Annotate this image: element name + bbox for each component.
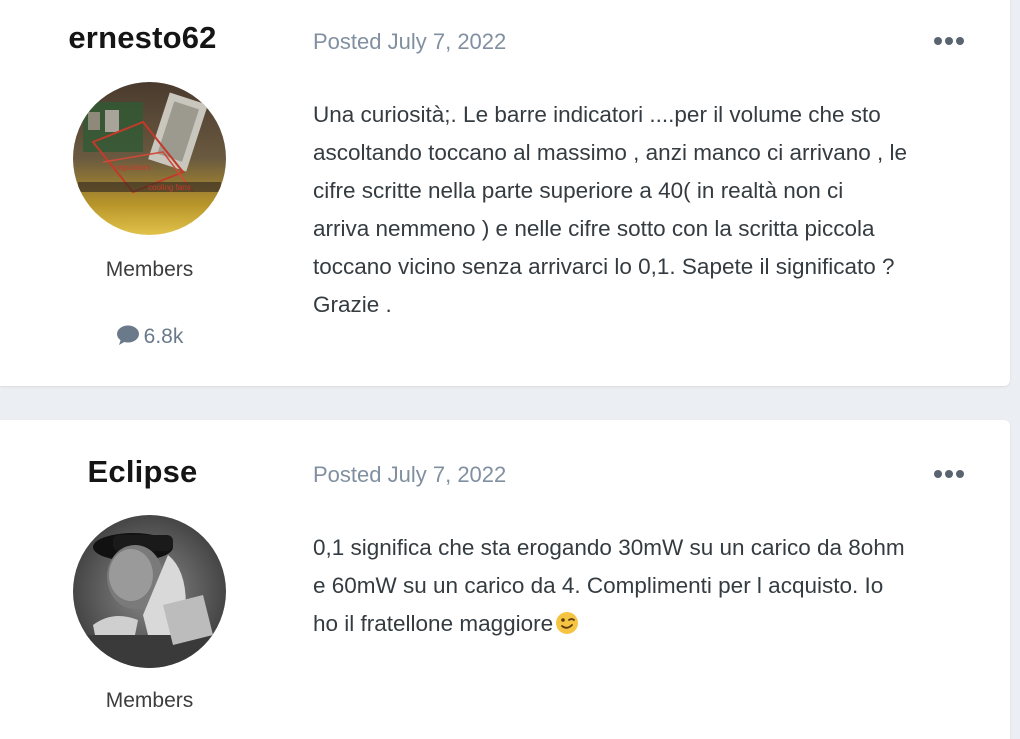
content-count-value: 6.8k	[143, 325, 184, 348]
post-card: ernesto62 regulators cooling fans Member…	[0, 0, 1010, 386]
post-meta: Posted July 7, 2022	[313, 462, 506, 488]
post-date[interactable]: July 7, 2022	[388, 462, 507, 487]
posted-label: Posted	[313, 29, 382, 54]
ellipsis-menu-icon[interactable]	[934, 469, 964, 479]
comment-bubble-icon	[116, 325, 140, 352]
post-card: Eclipse Members Posted July 7, 2022 0,1 …	[0, 420, 1010, 739]
avatar[interactable]: regulators cooling fans	[73, 82, 226, 235]
wink-emoji-icon	[555, 609, 579, 634]
post-body: Una curiosità;. Le barre indicatori ....…	[313, 102, 908, 317]
ellipsis-menu-icon[interactable]	[934, 36, 964, 46]
post-body: 0,1 significa che sta erogando 30mW su u…	[313, 529, 993, 643]
forum-thread: ernesto62 regulators cooling fans Member…	[0, 0, 1020, 739]
avatar-label-cooling: cooling fans	[148, 183, 191, 192]
author-name[interactable]: Eclipse	[0, 454, 285, 490]
content-count[interactable]: 6.8k	[0, 325, 299, 352]
post-meta: Posted July 7, 2022	[313, 29, 506, 55]
post-date[interactable]: July 7, 2022	[388, 29, 507, 54]
author-name[interactable]: ernesto62	[0, 20, 285, 56]
member-group: Members	[105, 258, 194, 281]
post-body-text: 0,1 significa che sta erogando 30mW su u…	[313, 535, 905, 636]
avatar-label-regulators: regulators	[115, 163, 151, 172]
posted-label: Posted	[313, 462, 382, 487]
avatar[interactable]	[73, 515, 226, 668]
member-group: Members	[105, 689, 194, 712]
